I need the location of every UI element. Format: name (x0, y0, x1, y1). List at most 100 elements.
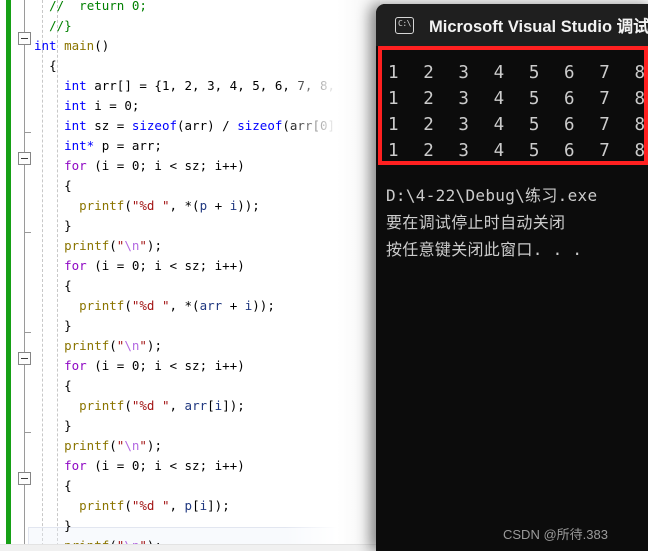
code-line[interactable]: for (i = 0; i < sz; i++) (34, 256, 380, 276)
code-line[interactable]: printf("%d ", arr[i]); (34, 396, 380, 416)
code-line[interactable]: printf("%d ", *(p + i)); (34, 196, 380, 216)
console-titlebar[interactable]: C:\ Microsoft Visual Studio 调试 (376, 4, 648, 46)
code-token: arr[] = {1, 2, 3, 4, 5, 6, 7, 8, 9, 10}; (86, 78, 380, 93)
saved-changes-indicator-bar (6, 0, 11, 551)
code-token: { (64, 278, 72, 293)
code-line[interactable]: { (34, 176, 380, 196)
code-token: )); (237, 198, 260, 213)
code-token: for (64, 458, 87, 473)
code-token: , *( (169, 198, 200, 213)
code-token: (i = 0; i < sz; i++) (86, 158, 245, 173)
code-line[interactable]: int sz = sizeof(arr) / sizeof(arr[0]); (34, 116, 380, 136)
code-line[interactable]: } (34, 216, 380, 236)
code-token: i = 0; (86, 98, 140, 113)
code-token: ); (146, 438, 162, 453)
code-line[interactable]: { (34, 276, 380, 296)
code-token: [ (207, 398, 215, 413)
code-line[interactable]: { (34, 476, 380, 496)
code-token: int (34, 38, 57, 53)
code-token: ); (146, 338, 162, 353)
code-line[interactable]: printf("\n"); (34, 436, 380, 456)
code-fold-toggle[interactable] (18, 32, 31, 45)
code-line[interactable]: printf("%d ", *(arr + i)); (34, 296, 380, 316)
code-token: , *( (169, 298, 200, 313)
code-token: "%d " (131, 298, 170, 313)
code-token: ( (124, 298, 132, 313)
screenshot-root: // return 0; //} int main() { int arr[] =… (0, 0, 648, 551)
code-token: [ (192, 498, 200, 513)
code-token: ( (109, 338, 117, 353)
code-token: " (139, 238, 147, 253)
code-line[interactable]: printf("%d ", p[i]); (34, 496, 380, 516)
console-output-area[interactable]: 1 2 3 4 5 6 7 8 9 10 1 2 3 4 5 6 7 8 9 10… (376, 46, 648, 551)
code-token: } (64, 518, 72, 533)
code-token: //} (49, 18, 72, 33)
code-token: (arr) / (177, 118, 238, 133)
code-token: for (64, 358, 87, 373)
code-token: printf (79, 298, 125, 313)
code-token: { (64, 378, 72, 393)
code-line[interactable]: int i = 0; (34, 96, 380, 116)
code-token: printf (79, 198, 125, 213)
code-token: + (207, 198, 230, 213)
code-line[interactable]: for (i = 0; i < sz; i++) (34, 456, 380, 476)
code-line[interactable]: // return 0; (34, 0, 380, 16)
source-code-text[interactable]: // return 0; //} int main() { int arr[] =… (34, 0, 380, 551)
code-token: \n (124, 338, 140, 353)
terminal-icon-glyph: C:\ (398, 18, 411, 28)
code-editor-pane[interactable]: // return 0; //} int main() { int arr[] =… (0, 0, 380, 551)
code-line[interactable]: } (34, 516, 380, 536)
code-line[interactable]: for (i = 0; i < sz; i++) (34, 356, 380, 376)
code-line[interactable]: for (i = 0; i < sz; i++) (34, 156, 380, 176)
code-line[interactable]: } (34, 316, 380, 336)
editor-bottom-strip (0, 544, 380, 551)
outlining-rail (24, 0, 25, 551)
code-fold-tick (24, 132, 31, 133)
code-token: (i = 0; i < sz; i++) (86, 358, 245, 373)
code-token: { (64, 178, 72, 193)
code-token: printf (64, 338, 110, 353)
code-fold-tick (24, 432, 31, 433)
code-line[interactable]: int* p = arr; (34, 136, 380, 156)
code-token: ( (124, 398, 132, 413)
code-token: main (64, 38, 95, 53)
code-line[interactable]: { (34, 56, 380, 76)
code-line[interactable]: { (34, 376, 380, 396)
code-token: } (64, 318, 72, 333)
code-token: } (64, 418, 72, 433)
code-line[interactable]: //} (34, 16, 380, 36)
code-token: p = arr; (94, 138, 162, 153)
code-token: \n (124, 438, 140, 453)
code-line[interactable]: int main() (34, 36, 380, 56)
code-line[interactable]: } (34, 416, 380, 436)
code-token: (arr[0]); (282, 118, 351, 133)
code-token: int (64, 98, 87, 113)
code-token: for (64, 258, 87, 273)
code-fold-toggle[interactable] (18, 352, 31, 365)
code-token: int (64, 78, 87, 93)
code-token: sizeof (237, 118, 283, 133)
code-fold-toggle[interactable] (18, 152, 31, 165)
code-line[interactable]: printf("\n"); (34, 336, 380, 356)
code-line[interactable]: int arr[] = {1, 2, 3, 4, 5, 6, 7, 8, 9, … (34, 76, 380, 96)
code-token: p (199, 198, 208, 213)
code-line[interactable]: printf("\n"); (34, 236, 380, 256)
terminal-icon: C:\ (395, 16, 414, 34)
code-fold-toggle[interactable] (18, 472, 31, 485)
code-token: "%d " (131, 498, 170, 513)
code-token: , (169, 498, 185, 513)
debug-console-window[interactable]: C:\ Microsoft Visual Studio 调试 1 2 3 4 5… (376, 4, 648, 551)
